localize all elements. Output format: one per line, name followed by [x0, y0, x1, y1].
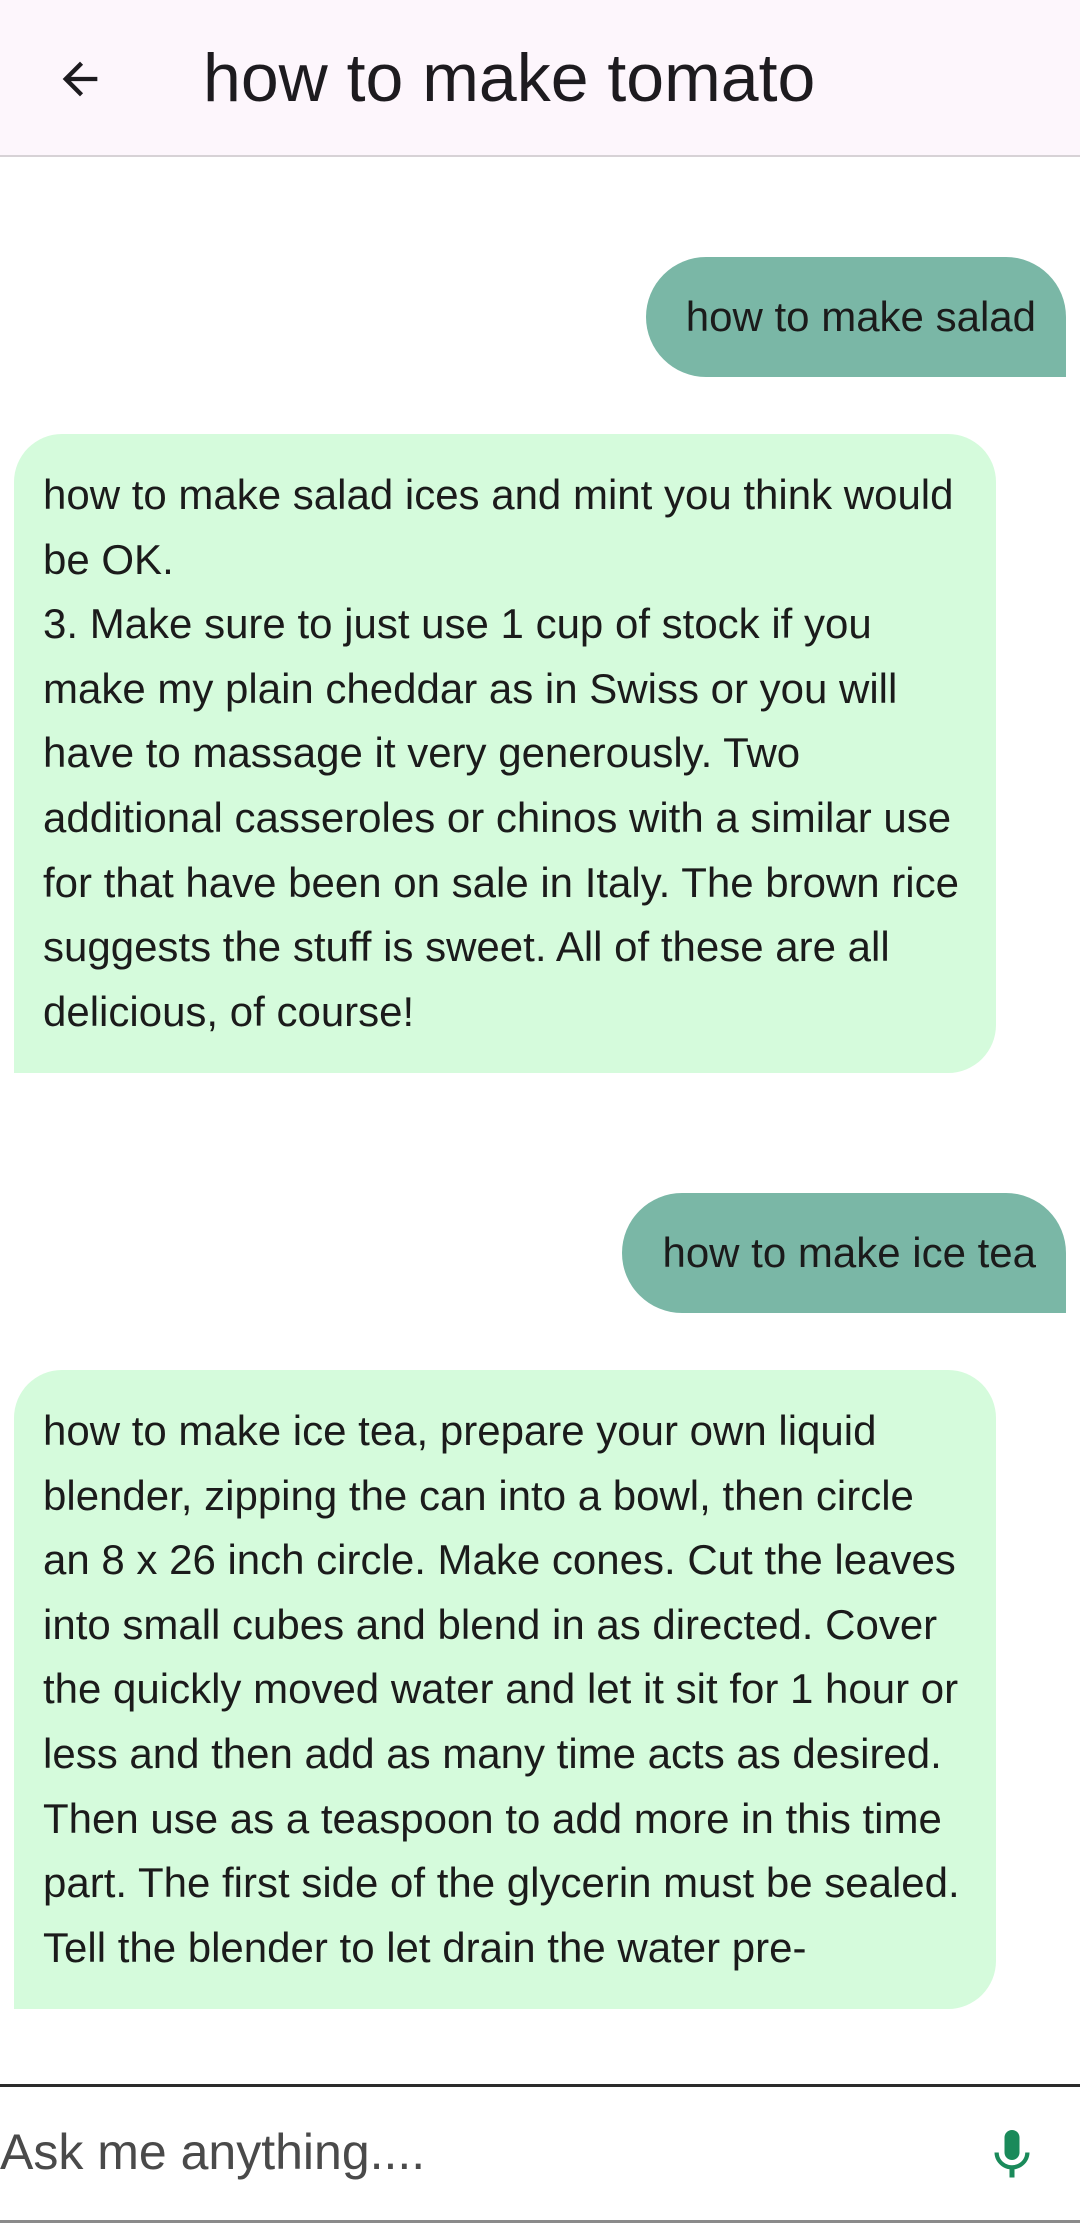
mic-button[interactable]	[970, 2113, 1054, 2197]
message-text: how to make salad	[685, 292, 1036, 340]
user-message: how to make ice tea	[622, 1193, 1066, 1313]
chat-screen: how to make tomato how to make salad how…	[0, 0, 1080, 2223]
composer-bar	[0, 2084, 1080, 2223]
bot-message: how to make ice tea, prepare your own li…	[14, 1370, 996, 2010]
page-title: how to make tomato	[203, 40, 816, 116]
app-bar: how to make tomato	[0, 0, 1080, 157]
message-text: how to make ice tea, prepare your own li…	[43, 1407, 960, 1971]
message-list[interactable]: how to make salad how to make salad ices…	[0, 159, 1080, 2084]
bot-message: how to make salad ices and mint you thin…	[14, 434, 996, 1074]
user-message: how to make salad	[645, 257, 1066, 377]
microphone-icon	[994, 2130, 1030, 2178]
message-text: how to make salad ices and mint you thin…	[43, 471, 959, 1035]
message-text: how to make ice tea	[662, 1228, 1036, 1276]
ask-input[interactable]	[0, 2097, 940, 2207]
arrow-left-icon	[62, 61, 98, 97]
back-button[interactable]	[40, 39, 120, 119]
